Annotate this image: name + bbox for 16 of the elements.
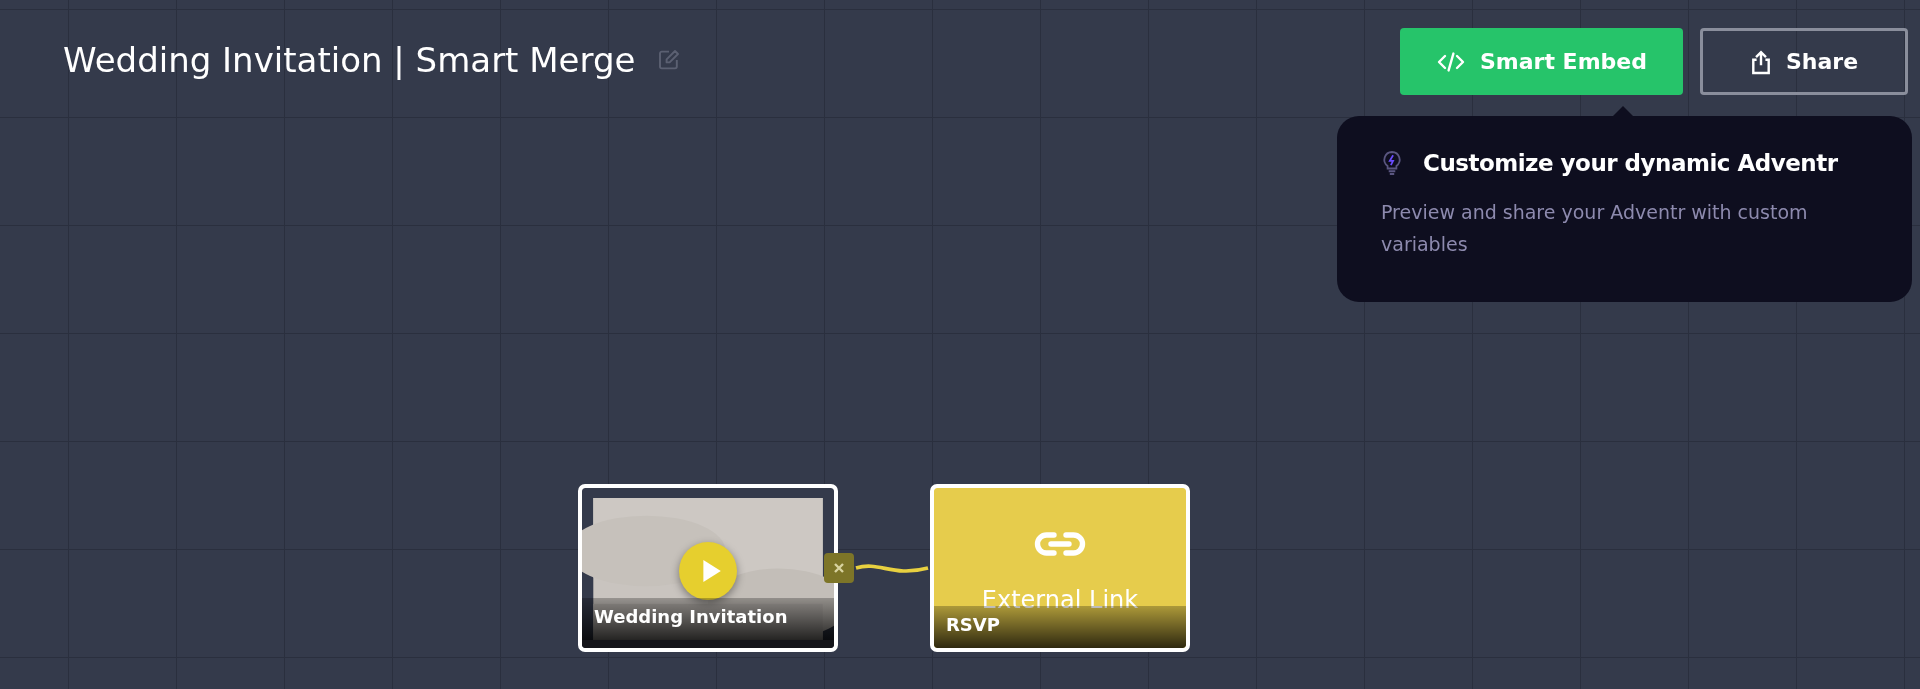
play-icon [700, 559, 721, 583]
edit-button[interactable] [657, 48, 682, 72]
delete-connection-button[interactable] [824, 553, 854, 583]
link-icon [1033, 530, 1087, 558]
video-node[interactable]: Wedding Invitation [578, 484, 838, 652]
node-title: Wedding Invitation [582, 598, 834, 648]
page-title: Wedding Invitation | Smart Merge [63, 40, 636, 80]
lightbulb-icon [1381, 148, 1403, 178]
tooltip-title: Customize your dynamic Adventr [1423, 150, 1838, 176]
link-node[interactable]: External Link RSVP [930, 484, 1190, 652]
edit-icon [657, 48, 682, 72]
code-icon [1436, 49, 1466, 74]
share-icon [1749, 48, 1772, 75]
close-icon [832, 561, 846, 575]
share-button[interactable]: Share [1700, 28, 1908, 95]
tooltip-text: Preview and share your Adventr with custom variables [1381, 200, 1809, 257]
